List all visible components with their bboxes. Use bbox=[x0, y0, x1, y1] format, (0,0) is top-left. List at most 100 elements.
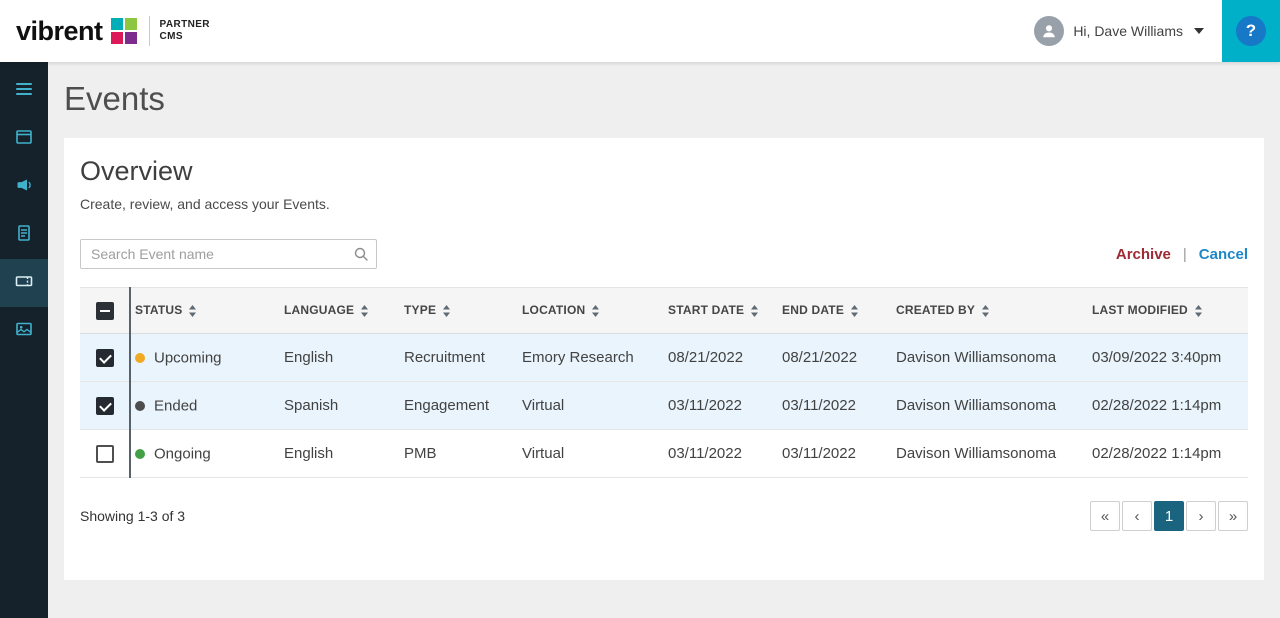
vibrent-logo: vibrent PARTNER CMS bbox=[16, 16, 210, 47]
column-header-location[interactable]: LOCATION bbox=[518, 287, 664, 334]
overview-title: Overview bbox=[80, 156, 193, 186]
location-cell: Virtual bbox=[518, 429, 664, 478]
column-header-type[interactable]: TYPE bbox=[400, 287, 518, 334]
type-cell: Recruitment bbox=[400, 333, 518, 382]
column-header-last-modified[interactable]: LAST MODIFIED bbox=[1088, 287, 1248, 334]
column-header-language[interactable]: LANGUAGE bbox=[280, 287, 400, 334]
status-dot bbox=[135, 448, 145, 459]
results-count: Showing 1-3 of 3 bbox=[80, 508, 186, 524]
user-avatar-icon[interactable] bbox=[1034, 16, 1065, 46]
overview-subtitle: Create, review, and access your Events. bbox=[80, 196, 330, 212]
top-bar: vibrent PARTNER CMS Hi, Dave Williams ? bbox=[0, 0, 1280, 62]
media-icon bbox=[14, 319, 34, 344]
hamburger-menu-icon bbox=[14, 79, 34, 104]
sort-icon bbox=[1194, 304, 1202, 317]
table-toolbar: Archive | Cancel bbox=[80, 239, 1248, 269]
select-all-checkbox[interactable] bbox=[95, 301, 114, 320]
status-label: Upcoming bbox=[154, 349, 222, 367]
sort-icon bbox=[982, 304, 990, 317]
start-date-cell: 03/11/2022 bbox=[664, 381, 778, 430]
last-modified-cell: 02/28/2022 1:14pm bbox=[1088, 381, 1248, 430]
table-row[interactable]: Ended Spanish Engagement Virtual 03/11/2… bbox=[80, 381, 1248, 430]
sort-icon bbox=[361, 304, 369, 317]
previous-page-button[interactable]: ‹ bbox=[1122, 501, 1152, 531]
sort-icon bbox=[851, 304, 859, 317]
event-ticket-icon bbox=[14, 271, 34, 296]
language-cell: English bbox=[280, 333, 400, 382]
pagination: « ‹ 1 › » bbox=[1090, 501, 1248, 531]
table-row[interactable]: Ongoing English PMB Virtual 03/11/2022 0… bbox=[80, 429, 1248, 478]
end-date-cell: 03/11/2022 bbox=[778, 381, 892, 430]
column-header-start-date[interactable]: START DATE bbox=[664, 287, 778, 334]
status-dot bbox=[135, 400, 145, 411]
page-number-button[interactable]: 1 bbox=[1154, 501, 1184, 531]
table-header-row: STATUS LANGUAGE TYPE LOCATION START DATE… bbox=[80, 287, 1248, 334]
last-modified-cell: 03/09/2022 3:40pm bbox=[1088, 333, 1248, 382]
row-checkbox[interactable] bbox=[95, 444, 114, 463]
status-dot bbox=[135, 352, 145, 363]
product-line-1: PARTNER bbox=[159, 18, 210, 30]
language-cell: Spanish bbox=[280, 381, 400, 430]
page-title: Events bbox=[64, 80, 165, 117]
type-cell: PMB bbox=[400, 429, 518, 478]
events-table: STATUS LANGUAGE TYPE LOCATION START DATE… bbox=[80, 287, 1248, 478]
sort-icon bbox=[751, 304, 759, 317]
created-by-cell: Davison Williamsonoma bbox=[892, 333, 1088, 382]
logo-text: vibrent bbox=[16, 15, 103, 46]
product-name: PARTNER CMS bbox=[160, 19, 210, 44]
help-icon[interactable]: ? bbox=[1236, 16, 1266, 46]
end-date-cell: 03/11/2022 bbox=[778, 429, 892, 478]
start-date-cell: 03/11/2022 bbox=[664, 429, 778, 478]
language-cell: English bbox=[280, 429, 400, 478]
sidebar-item-dashboard[interactable] bbox=[0, 115, 48, 163]
user-greeting: Hi, Dave Williams bbox=[1073, 23, 1183, 39]
table-row[interactable]: Upcoming English Recruitment Emory Resea… bbox=[80, 333, 1248, 382]
last-page-button[interactable]: » bbox=[1218, 501, 1248, 531]
logo-squares bbox=[110, 18, 137, 44]
column-header-created-by[interactable]: CREATED BY bbox=[892, 287, 1088, 334]
chevron-down-icon[interactable] bbox=[1194, 28, 1204, 34]
last-modified-cell: 02/28/2022 1:14pm bbox=[1088, 429, 1248, 478]
event-search bbox=[80, 239, 377, 269]
table-footer: Showing 1-3 of 3 « ‹ 1 › » bbox=[80, 501, 1248, 531]
sidebar-item-documents[interactable] bbox=[0, 211, 48, 259]
status-label: Ended bbox=[154, 397, 198, 415]
sidebar-item-events[interactable] bbox=[0, 259, 48, 307]
search-input[interactable] bbox=[80, 239, 377, 269]
logo-divider bbox=[148, 16, 150, 46]
row-checkbox[interactable] bbox=[95, 348, 114, 367]
window-icon bbox=[14, 127, 34, 152]
status-label: Ongoing bbox=[154, 445, 211, 463]
megaphone-icon bbox=[14, 175, 34, 200]
sort-icon bbox=[443, 304, 451, 317]
archive-button[interactable]: Archive bbox=[1116, 246, 1171, 263]
help-button[interactable]: ? bbox=[1222, 0, 1280, 62]
status-cell: Ongoing bbox=[130, 429, 280, 478]
document-icon bbox=[14, 223, 34, 248]
created-by-cell: Davison Williamsonoma bbox=[892, 429, 1088, 478]
start-date-cell: 08/21/2022 bbox=[664, 333, 778, 382]
status-cell: Upcoming bbox=[130, 333, 280, 382]
sort-icon bbox=[592, 304, 600, 317]
search-icon[interactable] bbox=[353, 246, 369, 267]
menu-toggle-button[interactable] bbox=[0, 67, 48, 115]
cancel-button[interactable]: Cancel bbox=[1199, 246, 1248, 263]
first-page-button[interactable]: « bbox=[1090, 501, 1120, 531]
user-menu[interactable]: Hi, Dave Williams bbox=[1034, 16, 1204, 46]
product-line-2: CMS bbox=[159, 31, 183, 42]
row-checkbox[interactable] bbox=[95, 396, 114, 415]
bulk-actions: Archive | Cancel bbox=[1116, 246, 1248, 263]
sidebar-item-media[interactable] bbox=[0, 307, 48, 355]
column-header-status[interactable]: STATUS bbox=[130, 287, 280, 334]
next-page-button[interactable]: › bbox=[1186, 501, 1216, 531]
action-separator: | bbox=[1182, 245, 1187, 263]
column-header-end-date[interactable]: END DATE bbox=[778, 287, 892, 334]
sidebar-item-announcements[interactable] bbox=[0, 163, 48, 211]
overview-card: Overview Create, review, and access your… bbox=[64, 138, 1264, 580]
type-cell: Engagement bbox=[400, 381, 518, 430]
sidebar-nav bbox=[0, 62, 48, 618]
end-date-cell: 08/21/2022 bbox=[778, 333, 892, 382]
location-cell: Virtual bbox=[518, 381, 664, 430]
select-all-cell bbox=[80, 287, 131, 334]
main-content: Events Overview Create, review, and acce… bbox=[48, 62, 1280, 618]
